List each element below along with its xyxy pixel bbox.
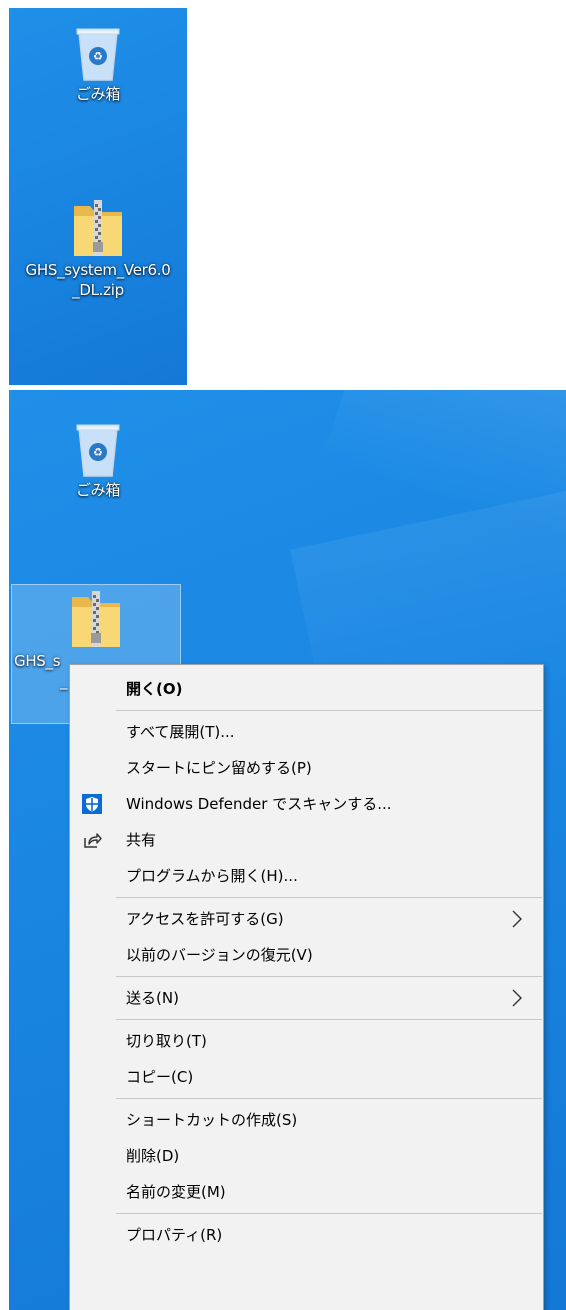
menu-item-label: すべて展開(T)... [126, 723, 235, 741]
share-icon [84, 833, 102, 848]
menu-item-delete[interactable]: 削除(D) [70, 1138, 543, 1174]
recycle-bin-label: ごみ箱 [75, 85, 121, 103]
context-menu: 開く(O) すべて展開(T)... スタートにピン留めする(P) Windows… [69, 664, 544, 1310]
recycle-bin-shortcut[interactable]: ♻ ごみ箱 [13, 418, 183, 500]
menu-item-restore-versions[interactable]: 以前のバージョンの復元(V) [70, 937, 543, 973]
menu-item-label: コピー(C) [126, 1068, 194, 1086]
chevron-right-icon [512, 910, 522, 928]
menu-item-label: プロパティ(R) [126, 1226, 223, 1244]
menu-item-share[interactable]: 共有 [70, 822, 543, 858]
shield-icon [82, 794, 102, 814]
menu-item-give-access[interactable]: アクセスを許可する(G) [70, 901, 543, 937]
menu-item-label: プログラムから開く(H)... [126, 867, 298, 885]
menu-item-label: ショートカットの作成(S) [126, 1111, 298, 1129]
menu-item-cut[interactable]: 切り取り(T) [70, 1023, 543, 1059]
menu-item-extract-all[interactable]: すべて展開(T)... [70, 714, 543, 750]
menu-item-open[interactable]: 開く(O) [70, 671, 543, 707]
menu-separator [116, 897, 542, 898]
svg-text:♻: ♻ [93, 50, 103, 63]
menu-item-label: 以前のバージョンの復元(V) [126, 946, 313, 964]
menu-item-label: Windows Defender でスキャンする... [126, 795, 392, 813]
chevron-right-icon [512, 989, 522, 1007]
recycle-bin-shortcut[interactable]: ♻ ごみ箱 [13, 22, 183, 104]
recycle-bin-icon: ♻ [76, 424, 120, 477]
menu-item-label: 送る(N) [126, 989, 179, 1007]
menu-item-properties[interactable]: プロパティ(R) [70, 1217, 543, 1253]
menu-item-label: 開く(O) [126, 680, 183, 698]
menu-item-defender-scan[interactable]: Windows Defender でスキャンする... [70, 786, 543, 822]
menu-item-create-shortcut[interactable]: ショートカットの作成(S) [70, 1102, 543, 1138]
svg-text:♻: ♻ [93, 446, 103, 459]
zip-file-shortcut[interactable]: GHS_system_Ver6.0 _DL.zip [13, 198, 183, 300]
menu-separator [116, 1213, 542, 1214]
menu-item-label: 名前の変更(M) [126, 1183, 226, 1201]
menu-item-open-with[interactable]: プログラムから開く(H)... [70, 858, 543, 894]
menu-item-label: 切り取り(T) [126, 1032, 207, 1050]
menu-item-send-to[interactable]: 送る(N) [70, 980, 543, 1016]
zip-folder-icon [72, 591, 120, 647]
desktop-area-top: ♻ ごみ箱 GHS_system_Ver6.0 _DL.zip [9, 8, 187, 385]
menu-separator [116, 1098, 542, 1099]
recycle-bin-icon: ♻ [76, 28, 120, 81]
menu-separator [116, 976, 542, 977]
menu-item-label: スタートにピン留めする(P) [126, 759, 312, 777]
menu-item-rename[interactable]: 名前の変更(M) [70, 1174, 543, 1210]
menu-separator [116, 710, 542, 711]
menu-item-copy[interactable]: コピー(C) [70, 1059, 543, 1095]
menu-item-label: 削除(D) [126, 1147, 180, 1165]
zip-folder-icon [74, 200, 122, 256]
menu-separator [116, 1019, 542, 1020]
menu-item-pin-to-start[interactable]: スタートにピン留めする(P) [70, 750, 543, 786]
recycle-bin-label: ごみ箱 [75, 481, 121, 499]
zip-file-label: GHS_system_Ver6.0 _DL.zip [25, 261, 171, 299]
menu-item-label: 共有 [126, 831, 157, 849]
menu-item-label: アクセスを許可する(G) [126, 910, 284, 928]
